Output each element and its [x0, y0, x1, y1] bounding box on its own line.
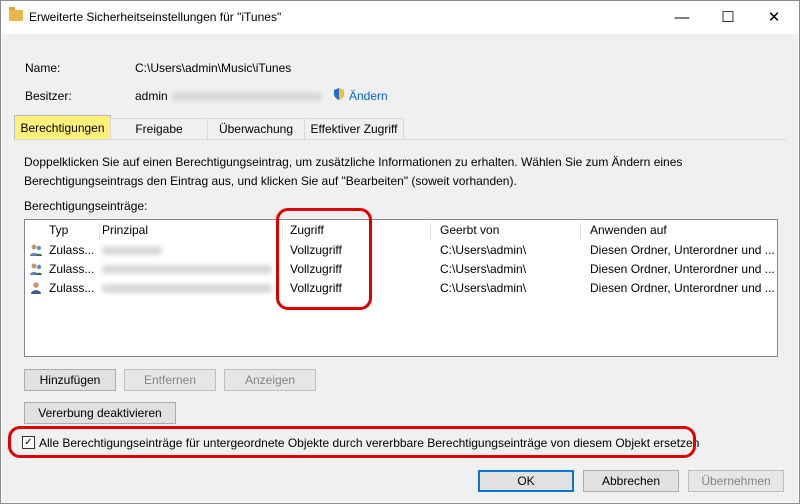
row-applies: Diesen Ordner, Unterordner und ...: [590, 243, 775, 257]
tab-label: Berechtigungen: [20, 121, 105, 135]
uac-shield-icon: [334, 88, 344, 100]
close-button[interactable]: ✕: [751, 1, 797, 33]
window-title: Erweiterte Sicherheitseinstellungen für …: [29, 10, 282, 24]
disable-inheritance-button[interactable]: Vererbung deaktivieren: [24, 402, 176, 424]
name-label: Name:: [25, 61, 61, 75]
close-icon: ✕: [767, 9, 781, 26]
table-row[interactable]: Zulass... Vollzugriff C:\Users\admin\ Di…: [25, 241, 777, 259]
column-geerbt-von[interactable]: Geerbt von: [440, 223, 581, 240]
row-principal-redacted: [102, 284, 272, 293]
row-principal-redacted: [102, 246, 162, 255]
owner-label: Besitzer:: [25, 89, 72, 103]
column-prinzipal[interactable]: Prinzipal: [102, 223, 283, 240]
maximize-icon: ☐: [721, 9, 735, 26]
owner-value: admin: [135, 89, 168, 103]
description-text: Doppelklicken Sie auf einen Berechtigung…: [24, 155, 683, 188]
owner-detail-redacted: [172, 92, 322, 101]
permission-entries-list[interactable]: Typ Prinzipal Zugriff Geerbt von Anwende…: [24, 219, 778, 357]
tab-label: Freigabe: [135, 122, 183, 136]
ok-button[interactable]: OK: [478, 470, 574, 492]
minimize-button[interactable]: —: [659, 1, 705, 33]
row-applies: Diesen Ordner, Unterordner und ...: [590, 262, 775, 276]
group-icon: [30, 263, 42, 275]
row-inherited: C:\Users\admin\: [440, 281, 527, 295]
row-type: Zulass...: [49, 281, 95, 295]
tab-label: Effektiver Zugriff: [310, 122, 398, 136]
tab-effektiver-zugriff[interactable]: Effektiver Zugriff: [304, 118, 404, 139]
add-button[interactable]: Hinzufügen: [24, 369, 116, 391]
annotation-highlight-access: [276, 208, 372, 310]
annotation-highlight-checkbox: [8, 426, 696, 458]
row-principal-redacted: [102, 265, 272, 274]
tab-ueberwachung[interactable]: Überwachung: [207, 118, 305, 139]
entries-label: Berechtigungseinträge:: [24, 199, 148, 213]
minimize-icon: —: [674, 8, 690, 26]
tab-berechtigungen[interactable]: Berechtigungen: [14, 115, 111, 140]
user-icon: [31, 282, 41, 294]
title-bar: Erweiterte Sicherheitseinstellungen für …: [1, 1, 799, 33]
row-type: Zulass...: [49, 243, 95, 257]
apply-button[interactable]: Übernehmen: [688, 470, 784, 492]
row-applies: Diesen Ordner, Unterordner und ...: [590, 281, 775, 295]
table-row[interactable]: Zulass... Vollzugriff C:\Users\admin\ Di…: [25, 279, 777, 297]
name-value: C:\Users\admin\Music\iTunes: [135, 61, 292, 75]
group-icon: [30, 244, 42, 256]
cancel-button[interactable]: Abbrechen: [583, 470, 679, 492]
change-owner-link[interactable]: Ändern: [349, 89, 388, 103]
maximize-button[interactable]: ☐: [705, 1, 751, 33]
tab-freigabe[interactable]: Freigabe: [110, 118, 208, 139]
remove-button[interactable]: Entfernen: [124, 369, 216, 391]
column-anwenden-auf[interactable]: Anwenden auf: [590, 223, 770, 240]
folder-icon: [9, 7, 23, 21]
table-row[interactable]: Zulass... Vollzugriff C:\Users\admin\ Di…: [25, 260, 777, 278]
column-typ[interactable]: Typ: [49, 223, 100, 240]
tab-label: Überwachung: [218, 122, 294, 136]
row-type: Zulass...: [49, 262, 95, 276]
row-inherited: C:\Users\admin\: [440, 262, 527, 276]
row-inherited: C:\Users\admin\: [440, 243, 527, 257]
view-button[interactable]: Anzeigen: [224, 369, 316, 391]
